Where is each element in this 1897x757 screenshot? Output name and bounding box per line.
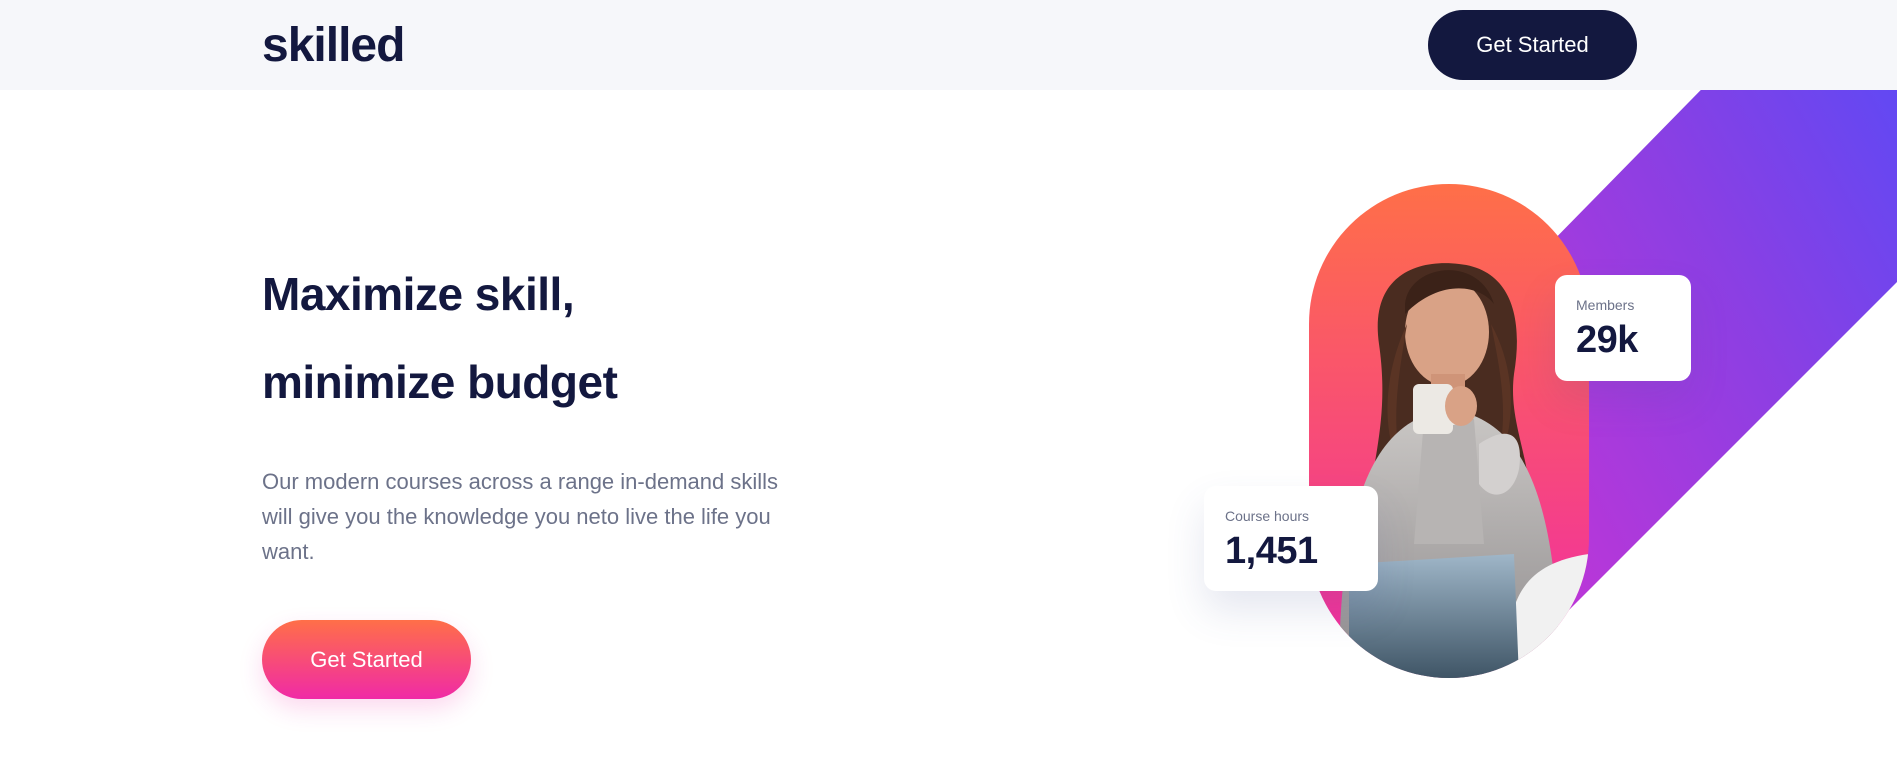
hero-photo [1309, 184, 1589, 678]
hero-title-line-2: minimize budget [262, 356, 618, 408]
site-header: skilled Get Started [0, 0, 1897, 90]
course-hours-stat-card: Course hours 1,451 [1204, 486, 1378, 591]
hero-get-started-button[interactable]: Get Started [262, 620, 471, 699]
members-stat-label: Members [1576, 297, 1635, 313]
course-hours-stat-label: Course hours [1225, 508, 1310, 524]
members-stat-card: Members 29k [1555, 275, 1691, 381]
hero-title-line-1: Maximize skill, [262, 268, 575, 320]
header-get-started-button[interactable]: Get Started [1428, 10, 1637, 80]
site-logo[interactable]: skilled [262, 18, 405, 74]
course-hours-stat-value: 1,451 [1225, 530, 1318, 572]
hero-description: Our modern courses across a range in-dem… [262, 469, 779, 564]
hero-title: Maximize skill, minimize budget [262, 250, 618, 426]
landing-page: skilled Get Started Maximize skill, mini… [0, 0, 1897, 757]
person-with-coffee-illustration [1339, 263, 1589, 678]
members-stat-value: 29k [1576, 319, 1638, 361]
